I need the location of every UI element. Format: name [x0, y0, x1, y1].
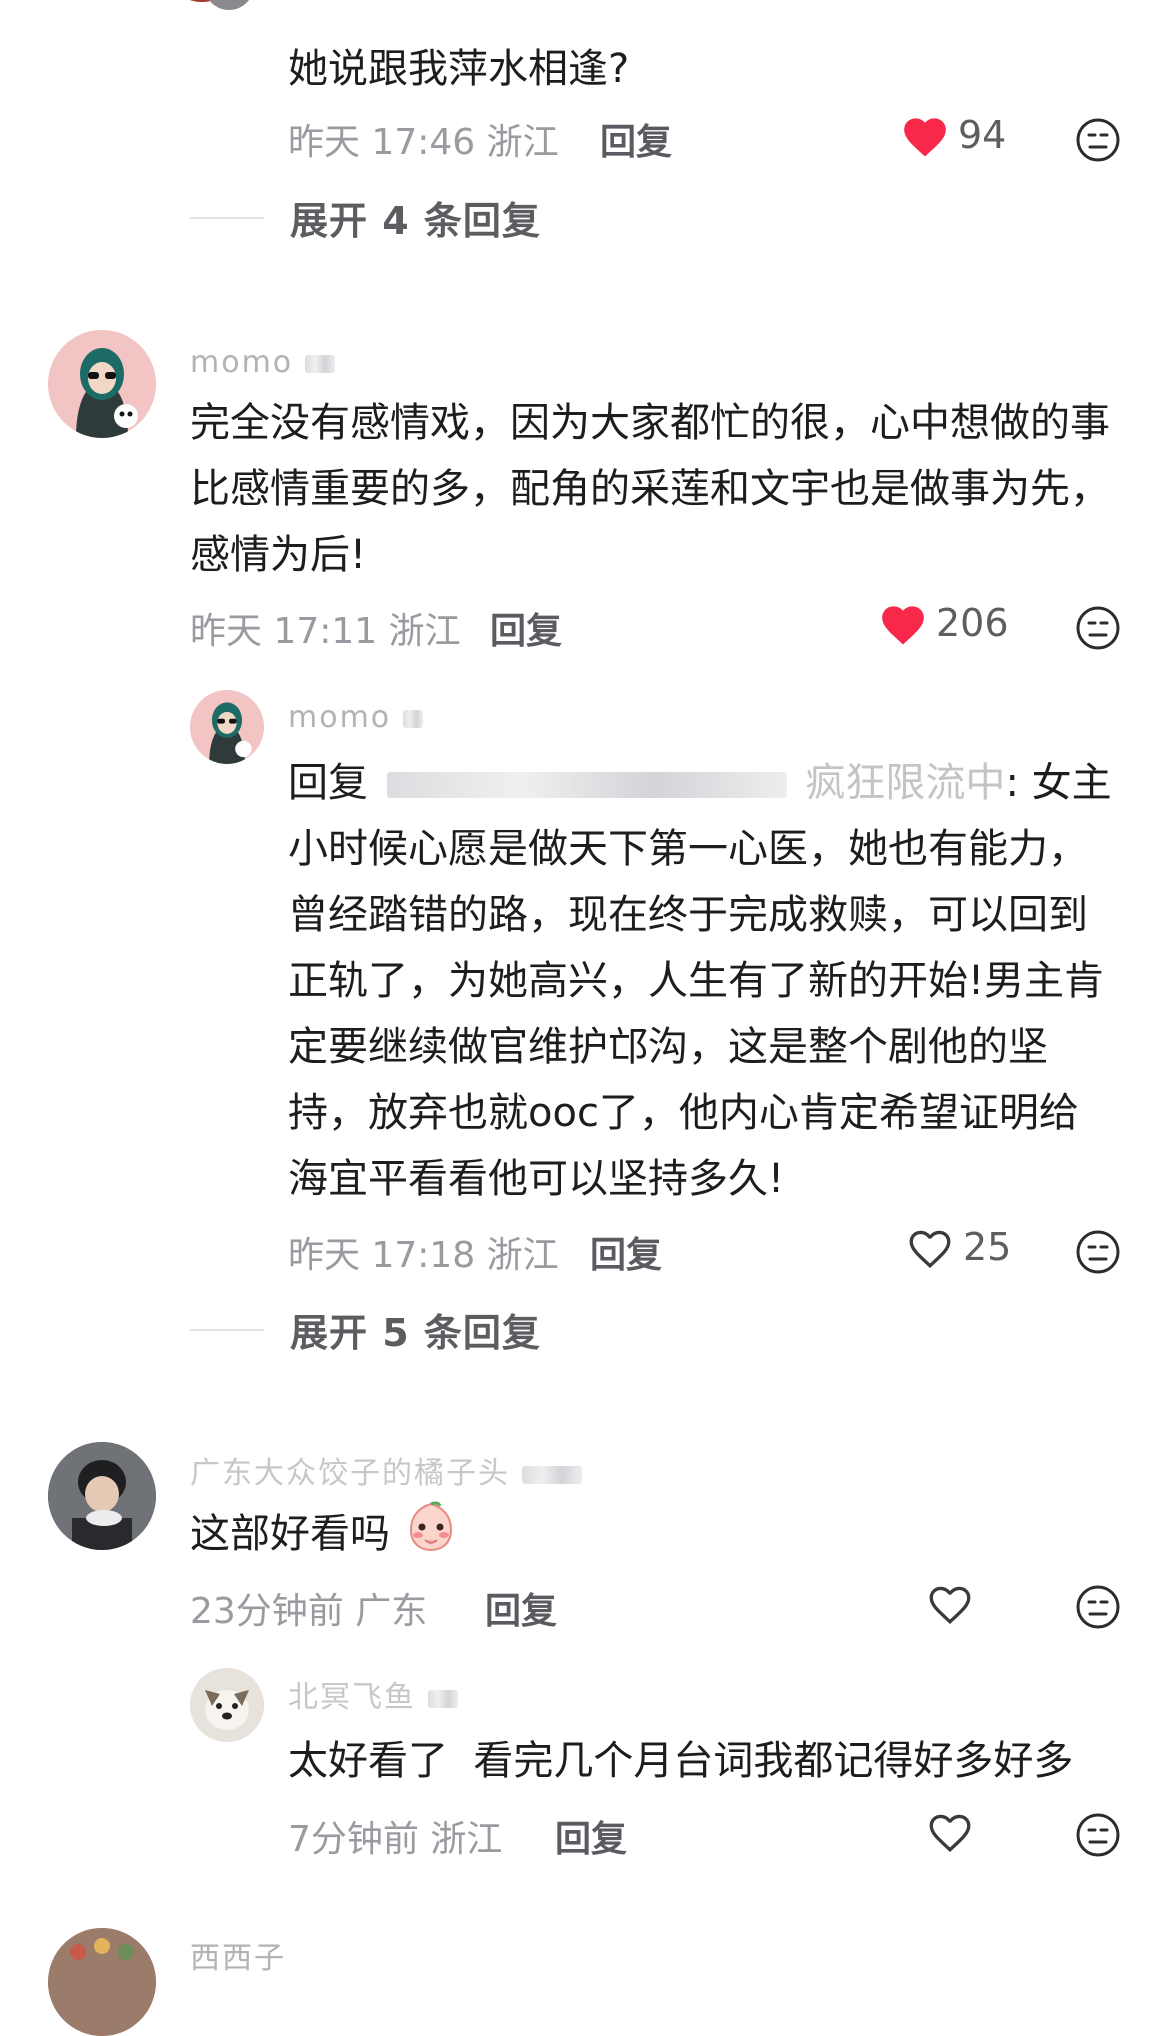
reply-username-label[interactable]: 北冥飞鱼	[288, 1672, 458, 1716]
comment-text: 完全没有感情戏，因为大家都忙的很，心中想做的事比感情重要的多，配角的采莲和文宇也…	[190, 400, 1110, 578]
avatar-guangdong[interactable]	[48, 1442, 156, 1550]
comment-text: 这部好看吗	[190, 1500, 455, 1572]
expand-replies-label: 展开 4 条回复	[290, 199, 541, 243]
avatar-dog[interactable]	[190, 1668, 264, 1742]
like-count: 94	[958, 113, 1007, 157]
reply-prefix: 回复	[288, 760, 368, 806]
heart-filled-icon	[882, 606, 924, 645]
dislike-face-icon[interactable]	[1075, 1812, 1121, 1862]
dislike-face-icon[interactable]	[1075, 1229, 1121, 1279]
reply-time-location: 昨天 17:18 浙江	[288, 1235, 559, 1276]
reply-time-location: 7分钟前 浙江	[288, 1819, 503, 1860]
comment-time-location: 23分钟前 广东	[190, 1591, 428, 1632]
reply-body: 回复 疯狂限流中: 女主小时候心愿是做天下第一心医，她也有能力，曾经踏错的路，现…	[288, 750, 1118, 1212]
expand-replies-button[interactable]: 展开 4 条回复	[190, 190, 541, 245]
reply-button[interactable]: 回复	[590, 1226, 662, 1278]
comment-text-content: 这部好看吗	[190, 1511, 390, 1557]
like-button[interactable]: 94	[900, 112, 1006, 158]
reply-text: : 女主小时候心愿是做天下第一心医，她也有能力，曾经踏错的路，现在终于完成救赎，…	[288, 760, 1112, 1202]
like-button[interactable]: 206	[878, 600, 1009, 646]
avatar-xixizi[interactable]	[48, 1928, 156, 2036]
expand-divider-line	[190, 216, 264, 219]
dislike-face-icon[interactable]	[1075, 117, 1121, 167]
expand-divider-line	[190, 1328, 264, 1331]
reply-target-name[interactable]: 疯狂限流中	[805, 760, 1005, 806]
username-label[interactable]: 广东大众饺子的橘子头	[190, 1448, 582, 1492]
dislike-face-icon[interactable]	[1075, 1584, 1121, 1634]
blurred-reply-target	[386, 772, 787, 798]
expand-replies-button[interactable]: 展开 5 条回复	[190, 1302, 541, 1357]
blurred-username	[402, 709, 423, 728]
username-label[interactable]: 西西子	[190, 1933, 286, 1977]
like-button[interactable]	[925, 1808, 975, 1854]
like-button[interactable]: 25	[905, 1224, 1011, 1270]
avatar-momo[interactable]	[48, 330, 156, 438]
like-count: 25	[963, 1225, 1012, 1269]
shy-peach-face-emoji-icon	[407, 1500, 455, 1572]
comment-time-location: 昨天 17:11 浙江	[190, 611, 461, 652]
avatar-momo-reply[interactable]	[190, 690, 264, 764]
username-label[interactable]: momo	[190, 345, 335, 380]
reply-button[interactable]: 回复	[600, 113, 672, 165]
reply-button[interactable]: 回复	[485, 1582, 557, 1634]
expand-replies-label: 展开 5 条回复	[290, 1311, 541, 1355]
blurred-username	[521, 1465, 582, 1484]
blurred-username	[427, 1689, 458, 1708]
heart-filled-icon	[904, 118, 946, 157]
heart-outline-icon	[909, 1230, 951, 1269]
avatar-partial-reply[interactable]	[204, 0, 254, 10]
reply-button[interactable]: 回复	[555, 1810, 627, 1862]
blurred-username	[304, 354, 335, 373]
reply-button[interactable]: 回复	[490, 602, 562, 654]
reply-username-label[interactable]: momo	[288, 700, 423, 735]
heart-outline-icon	[929, 1586, 971, 1625]
dislike-face-icon[interactable]	[1075, 605, 1121, 655]
like-count: 206	[936, 601, 1009, 645]
reply-text: 太好看了 看完几个月台词我都记得好多好多	[288, 1738, 1074, 1784]
reply-text: 她说跟我萍水相逢?	[288, 46, 630, 92]
reply-time-location: 昨天 17:46 浙江	[288, 122, 559, 163]
heart-outline-icon	[929, 1814, 971, 1853]
like-button[interactable]	[925, 1580, 975, 1626]
